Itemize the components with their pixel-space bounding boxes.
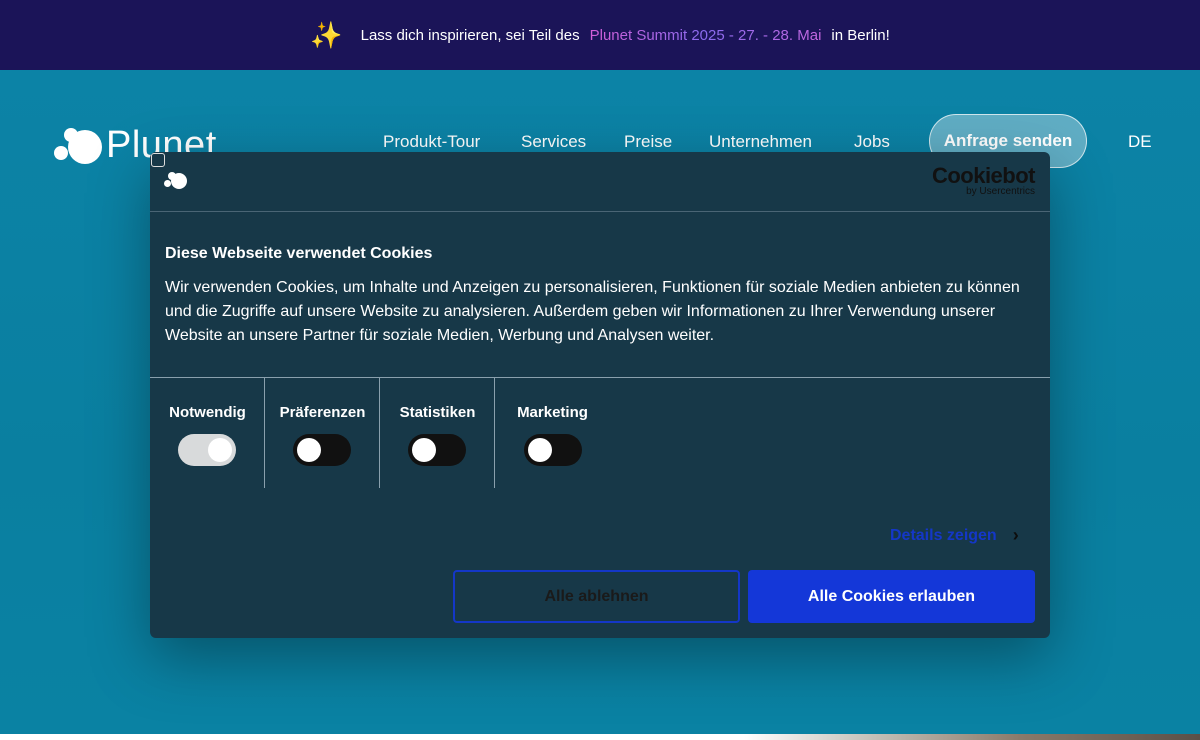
category-statistics: Statistiken: [380, 378, 495, 488]
category-label: Präferenzen: [279, 404, 366, 421]
category-marketing: Marketing: [495, 378, 610, 488]
category-preferences: Präferenzen: [265, 378, 380, 488]
allow-all-button[interactable]: Alle Cookies erlauben: [748, 570, 1035, 623]
nav-item-unternehmen[interactable]: Unternehmen: [709, 132, 812, 152]
toggle-knob: [528, 438, 552, 462]
category-label: Statistiken: [399, 404, 476, 421]
announcement-text: Lass dich inspirieren, sei Teil des: [360, 26, 580, 44]
site-logo-icon: [164, 170, 190, 192]
dialog-header: Cookiebot by Usercentrics: [150, 152, 1050, 212]
cookiebot-logo[interactable]: Cookiebot by Usercentrics: [931, 163, 1036, 198]
deny-all-button[interactable]: Alle ablehnen: [453, 570, 740, 623]
dialog-body: Wir verwenden Cookies, um Inhalte und An…: [165, 279, 1020, 344]
toggle-knob: [208, 438, 232, 462]
details-label: Details zeigen: [890, 526, 997, 544]
hero-image-strip: [0, 734, 1200, 740]
nav-item-produkt-tour[interactable]: Produkt-Tour: [383, 132, 480, 152]
nav-item-preise[interactable]: Preise: [624, 132, 672, 152]
nav-item-jobs[interactable]: Jobs: [854, 132, 890, 152]
toggle-knob: [297, 438, 321, 462]
category-label: Notwendig: [169, 404, 246, 421]
cookie-consent-dialog: Cookiebot by Usercentrics Diese Webseite…: [150, 152, 1050, 638]
consent-categories: Notwendig Präferenzen Statistiken Market…: [150, 377, 1050, 489]
dialog-title: Diese Webseite verwendet Cookies: [165, 245, 433, 262]
chevron-right-icon: ›: [1012, 525, 1019, 545]
statistics-toggle[interactable]: [408, 434, 466, 466]
announcement-text-end: in Berlin!: [831, 26, 890, 44]
focus-indicator: [151, 153, 165, 167]
category-label: Marketing: [517, 404, 588, 421]
preferences-toggle[interactable]: [293, 434, 351, 466]
sparkles-icon: ✨: [310, 20, 343, 50]
language-switcher[interactable]: DE: [1128, 132, 1152, 152]
cookiebot-wordmark: Cookiebot: [931, 163, 1036, 188]
announcement-bar[interactable]: ✨ Lass dich inspirieren, sei Teil des Pl…: [0, 0, 1200, 70]
show-details-link[interactable]: Details zeigen ›: [890, 525, 1019, 546]
marketing-toggle[interactable]: [524, 434, 582, 466]
nav-item-services[interactable]: Services: [521, 132, 586, 152]
category-necessary: Notwendig: [150, 378, 265, 488]
announcement-highlight-link[interactable]: Plunet Summit 2025 - 27. - 28. Mai: [590, 27, 822, 44]
necessary-toggle[interactable]: [178, 434, 236, 466]
toggle-knob: [412, 438, 436, 462]
